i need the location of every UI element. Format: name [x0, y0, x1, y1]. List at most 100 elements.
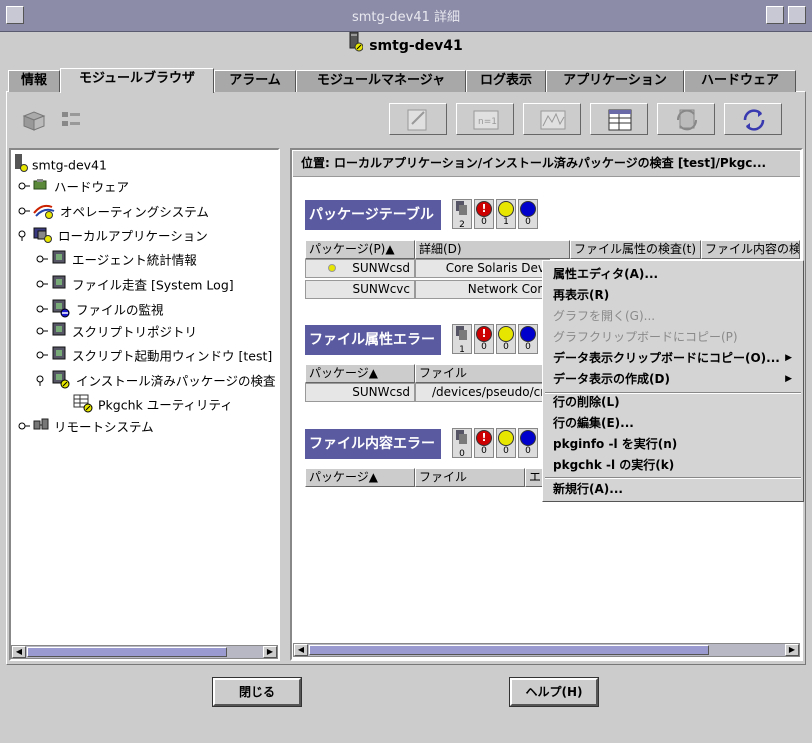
tree-item-os[interactable]: オペレーティングシステム [18, 201, 209, 221]
cell-file: /devices/pseudo/cn [415, 383, 550, 402]
scroll-right-arrow-icon[interactable]: ▶ [785, 644, 799, 656]
col-header-package[interactable]: パッケージ▲ [305, 468, 415, 487]
badge-total: 0 [452, 428, 472, 459]
minor-icon [520, 326, 536, 342]
scroll-thumb[interactable] [309, 645, 709, 655]
tree-item-script-repo[interactable]: スクリプトリポジトリ [36, 321, 197, 341]
col-header-content-check[interactable]: ファイル内容の検 [701, 240, 800, 259]
tree-item-script-launcher[interactable]: スクリプト起動用ウィンドウ [test] [36, 345, 272, 365]
collapse-knob-icon[interactable] [36, 372, 48, 392]
menu-item-create-data-view[interactable]: データ表示の作成(D) ▶ [553, 369, 798, 389]
expand-knob-icon[interactable] [36, 347, 48, 367]
module-icon [50, 321, 68, 345]
tab-module-manager[interactable]: モジュールマネージャ [296, 70, 466, 92]
scroll-thumb[interactable] [27, 647, 227, 657]
menu-item-refresh[interactable]: 再表示(R) [553, 285, 609, 305]
col-header-package[interactable]: パッケージ▲ [305, 364, 415, 383]
warning-icon [498, 430, 514, 446]
critical-icon: ! [476, 201, 492, 217]
menu-item-copy-graph[interactable]: グラフクリップボードにコピー(P) [553, 327, 738, 347]
menu-item-pkgchk[interactable]: pkgchk -l の実行(k) [553, 455, 674, 475]
expand-knob-icon[interactable] [36, 301, 48, 321]
minor-icon [520, 201, 536, 217]
tree-item-pkgchk[interactable]: Pkgchk ユーティリティ [72, 393, 233, 413]
tree-horizontal-scrollbar[interactable]: ◀ ▶ [11, 645, 278, 659]
tree-item-hardware[interactable]: ハードウェア [18, 177, 129, 197]
minimize-button[interactable] [766, 6, 784, 24]
expand-knob-icon[interactable] [36, 276, 48, 296]
tab-info[interactable]: 情報 [8, 70, 60, 92]
tree-item-local-apps[interactable]: ローカルアプリケーション [18, 225, 208, 245]
tab-module-browser[interactable]: モジュールブラウザ [60, 68, 214, 93]
refresh-icon[interactable] [724, 103, 782, 135]
menu-item-delete-row[interactable]: 行の削除(L) [553, 392, 620, 412]
tree-item-label: ハードウェア [54, 179, 130, 195]
scroll-right-arrow-icon[interactable]: ▶ [263, 646, 277, 658]
submenu-arrow-icon: ▶ [785, 353, 792, 363]
help-button[interactable]: ヘルプ(H) [509, 677, 599, 707]
menu-item-new-row[interactable]: 新規行(A)... [553, 479, 623, 499]
minor-icon [520, 430, 536, 446]
col-header-file[interactable]: ファイル [415, 364, 550, 383]
badge-count: 0 [525, 217, 531, 227]
tab-applications[interactable]: アプリケーション [546, 70, 684, 92]
tree-item-agent-stats[interactable]: エージェント統計情報 [36, 249, 197, 269]
tab-alarms[interactable]: アラーム [214, 70, 296, 92]
collapse-knob-icon[interactable] [18, 227, 30, 247]
col-header-detail[interactable]: 詳細(D) [415, 240, 570, 259]
view-options-icon[interactable] [20, 108, 50, 134]
graph-button[interactable] [523, 103, 581, 135]
badge-count: 0 [525, 342, 531, 352]
cell-package: SUNWcsd [352, 261, 410, 275]
col-header-attr-check[interactable]: ファイル属性の検査(t) [570, 240, 701, 259]
hardware-icon [32, 177, 50, 199]
tab-hardware[interactable]: ハードウェア [684, 70, 796, 92]
expand-knob-icon[interactable] [18, 418, 30, 438]
scroll-left-arrow-icon[interactable]: ◀ [294, 644, 308, 656]
critical-icon: ! [476, 326, 492, 342]
content-horizontal-scrollbar[interactable]: ◀ ▶ [293, 643, 800, 657]
badge-critical: ! 0 [474, 428, 494, 458]
solaris-icon [32, 201, 56, 225]
scroll-left-arrow-icon[interactable]: ◀ [12, 646, 26, 658]
menu-item-copy-data-view[interactable]: データ表示クリップボードにコピー(O)... ▶ [553, 348, 798, 368]
tree-root-label: smtg-dev41 [32, 157, 107, 173]
row-n-button[interactable]: n=1 [456, 103, 514, 135]
expand-knob-icon[interactable] [18, 203, 30, 223]
refresh-disabled-button[interactable] [657, 103, 715, 135]
tree-item-remote[interactable]: リモートシステム [18, 417, 154, 437]
menu-item-pkginfo[interactable]: pkginfo -l を実行(n) [553, 434, 677, 454]
col-header-package[interactable]: パッケージ(P)▲ [305, 240, 415, 259]
cell-detail: Core Solaris Dev [415, 259, 550, 278]
menu-item-open-graph[interactable]: グラフを開く(G)... [553, 306, 655, 326]
window-titlebar[interactable]: smtg-dev41 詳細 [0, 0, 812, 32]
tree-root[interactable]: smtg-dev41 [14, 154, 107, 174]
badge-major: 1 [496, 199, 516, 229]
close-button[interactable]: 閉じる [212, 677, 302, 707]
module-icon [50, 274, 68, 298]
tree-item-installed-pkg[interactable]: インストール済みパッケージの検査 [36, 369, 276, 389]
expand-knob-icon[interactable] [18, 178, 30, 198]
badge-count: 0 [459, 449, 465, 459]
expand-knob-icon[interactable] [36, 251, 48, 271]
badge-count: 0 [503, 446, 509, 456]
critical-icon: ! [476, 430, 492, 446]
tree-item-file-monitor[interactable]: ファイルの監視 [36, 298, 164, 318]
menu-item-attribute-editor[interactable]: 属性エディタ(A)... [553, 264, 658, 284]
badge-minor: 0 [518, 428, 538, 458]
edit-properties-button[interactable] [389, 103, 447, 135]
col-header-file[interactable]: ファイル [415, 468, 525, 487]
menu-item-edit-row[interactable]: 行の編集(E)... [553, 413, 634, 433]
host-heading: smtg-dev41 [0, 31, 812, 60]
table-view-button[interactable] [590, 103, 648, 135]
expand-knob-icon[interactable] [36, 323, 48, 343]
table-row[interactable]: SUNWcsd [305, 259, 415, 278]
maximize-button[interactable] [788, 6, 806, 24]
table-row[interactable]: SUNWcvc [305, 280, 415, 299]
table-row[interactable]: SUNWcsd [305, 383, 415, 402]
badge-count: 0 [481, 446, 487, 456]
badge-count: 1 [459, 345, 465, 355]
tab-log-view[interactable]: ログ表示 [466, 70, 546, 92]
tree-item-file-scan[interactable]: ファイル走査 [System Log] [36, 274, 234, 294]
list-view-icon[interactable] [58, 108, 88, 134]
